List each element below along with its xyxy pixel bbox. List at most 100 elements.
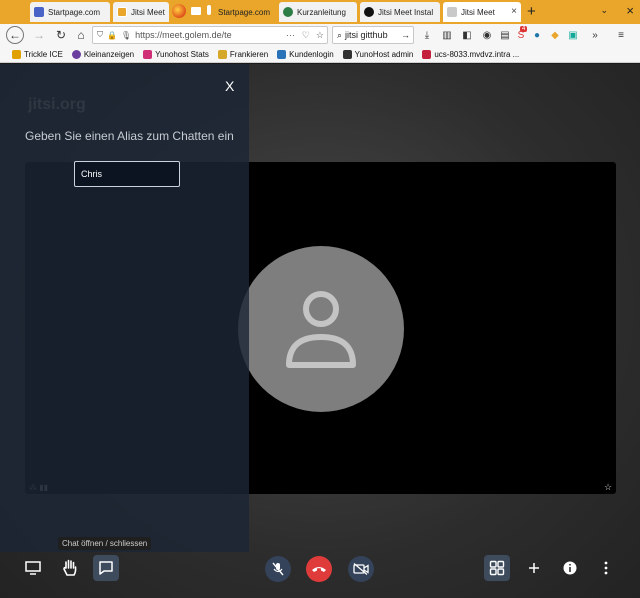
tab-startpage-2[interactable]: Startpage.com [214,2,276,22]
home-button[interactable]: ⌂ [72,26,90,44]
chat-toggle-button[interactable] [93,555,119,581]
hangup-icon [312,567,326,572]
search-bar[interactable]: ⌕ jitsi gitthub → [332,26,414,44]
bookmarks-bar: Trickle ICE Kleinanzeigen Yunohost Stats… [0,46,640,63]
bookmark-favicon [71,49,81,59]
library-icon[interactable]: ▥ [440,28,454,42]
startpage-favicon [34,7,44,17]
bookmark-frankieren[interactable]: Frankieren [217,49,269,59]
bookmark-label: ucs-8033.mvdvz.intra ... [434,49,520,59]
participant-avatar [238,246,404,412]
page-actions-icon[interactable]: ··· [282,30,299,40]
search-value: jitsi gitthub [345,30,388,40]
bookmark-favicon [12,49,21,59]
microphone-muted-icon [272,562,284,576]
bookmark-favicon [217,49,227,59]
bookmark-star-icon[interactable]: ☆ [313,30,327,41]
url-text: https://meet.golem.de/te [135,30,232,40]
bookmark-favicon [277,49,287,59]
tab-jitsi-install[interactable]: Jitsi Meet Instal [360,2,440,22]
tab-title: Startpage.com [218,7,271,17]
chat-icon [99,561,113,575]
tab-kurzanleitung[interactable]: Kurzanleitung [279,2,357,22]
reader-icon[interactable]: ▤ [498,28,512,42]
screen-share-button[interactable] [20,555,46,581]
search-go-icon[interactable]: → [401,30,413,40]
alias-input[interactable] [74,161,180,187]
tab-list-chevron-icon[interactable]: ⌄ [600,5,608,16]
microphone-indicator-icon [207,5,211,15]
bookmark-yunohost-stats[interactable]: Yunohost Stats [143,49,209,59]
bookmark-label: Kleinanzeigen [83,49,135,59]
bookmark-favicon [143,49,153,59]
chat-close-button[interactable]: X [225,78,234,94]
tab-strip: Startpage.com Jitsi Meet Startpage.com K… [0,0,640,24]
menu-icon[interactable]: ≡ [614,28,628,42]
bookmark-ucs[interactable]: ucs-8033.mvdvz.intra ... [422,49,520,59]
chat-alias-heading: Geben Sie einen Alias zum Chatten ein [25,129,234,143]
tab-jitsi-1[interactable]: Jitsi Meet [113,2,169,22]
bookmark-kleinanzeigen[interactable]: Kleinanzeigen [71,49,135,59]
account-icon[interactable]: ◉ [480,28,494,42]
chat-panel: jitsi.org X Geben Sie einen Alias zum Ch… [0,64,249,552]
tile-view-icon [489,560,505,576]
kurzanleitung-favicon [283,7,293,17]
tile-view-button[interactable] [484,555,510,581]
forward-button[interactable]: → [30,26,48,44]
bookmark-favicon [422,49,432,59]
pocket-icon[interactable]: ♡ [299,30,313,41]
meeting-stage: ⁂ ▮▮ ☆ jitsi.org X Geben Sie einen Alias… [0,64,640,598]
tab-title: Startpage.com [48,7,101,17]
shield-icon: ⛉ [97,30,103,39]
addon-4-icon[interactable]: ▣ [566,28,580,42]
lock-icon: 🔒 [107,30,117,40]
more-options-button[interactable] [593,555,619,581]
window-close-icon[interactable]: × [626,3,634,18]
tab-title: Jitsi Meet [131,7,165,17]
bookmark-label: Kundenlogin [289,49,334,59]
invite-button[interactable] [521,555,547,581]
bookmark-favicon [342,49,352,59]
addon-2-icon[interactable]: ● [530,28,544,42]
download-icon[interactable]: ⤓ [420,28,434,42]
new-tab-button[interactable]: + [527,3,536,20]
bookmark-label: Trickle ICE [24,49,63,59]
jitsi-favicon [447,7,457,17]
overflow-icon[interactable]: » [588,28,602,42]
camera-button[interactable] [348,556,374,582]
microphone-permission-icon[interactable]: 🎙 [121,31,131,40]
camera-indicator-icon [191,7,201,15]
star-icon[interactable]: ☆ [604,482,612,493]
meeting-toolbar [0,548,640,598]
info-button[interactable] [557,555,583,581]
bookmark-label: YunoHost admin [354,49,414,59]
jitsi-favicon [117,7,127,17]
bookmark-label: Frankieren [229,49,269,59]
info-icon [563,561,577,575]
reload-button[interactable]: ↻ [52,26,70,44]
back-button[interactable]: ← [6,26,24,44]
camera-off-icon [353,563,369,575]
more-vertical-icon [604,561,608,575]
tab-startpage-1[interactable]: Startpage.com [30,2,110,22]
bookmark-label: Yunohost Stats [155,49,209,59]
tab-close-icon[interactable]: × [511,6,517,17]
tab-jitsi-active[interactable]: Jitsi Meet × [443,2,521,22]
desktop-icon [25,561,41,575]
sidebar-icon[interactable]: ◧ [460,28,474,42]
github-favicon [364,7,374,17]
bookmark-trickle-ice[interactable]: Trickle ICE [12,49,63,59]
bookmark-kundenlogin[interactable]: Kundenlogin [277,49,334,59]
jitsi-watermark: jitsi.org [28,96,86,113]
user-icon [286,291,356,368]
tab-title: Jitsi Meet Instal [378,7,434,17]
bookmark-yunohost-admin[interactable]: YunoHost admin [342,49,414,59]
microphone-button[interactable] [265,556,291,582]
plus-icon [529,563,539,573]
addon-badge: 4 [520,26,528,32]
tab-title: Jitsi Meet [461,7,495,17]
addon-3-icon[interactable]: ◆ [548,28,562,42]
raise-hand-button[interactable] [57,555,83,581]
url-bar[interactable]: ⛉ 🔒 🎙 https://meet.golem.de/te ··· ♡ ☆ [92,26,328,44]
hangup-button[interactable] [306,556,332,582]
